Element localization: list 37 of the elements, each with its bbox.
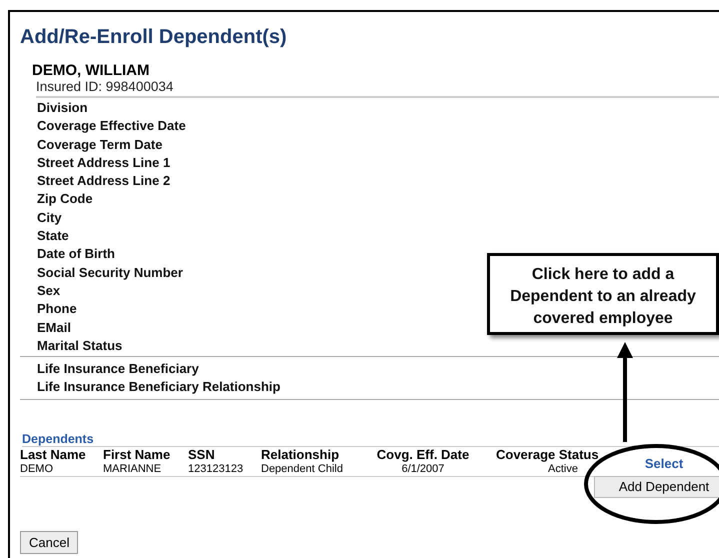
field-label: Sex [37,282,60,300]
table-cell-text: Active [547,462,578,476]
arrow-icon [617,342,633,442]
table-cell-text: Dependent Child [261,462,344,476]
field-label: Coverage Term Date [37,136,162,154]
field-label: Street Address Line 1 [37,154,170,172]
field-label: Coverage Effective Date [37,117,186,136]
field-label: EMail [37,318,71,337]
field-label: Date of Birth [37,245,115,264]
field-label: Division [37,99,88,117]
column-header: SSN [188,446,216,462]
add-dependent-button[interactable]: Add Dependent [594,476,719,498]
column-header: Covg. Eff. Date [376,446,470,462]
column-header: Coverage Status [495,446,600,462]
field-label: Zip Code [37,190,93,208]
field-label: Life Insurance Beneficiary [37,360,199,378]
field-label: Social Security Number [37,264,183,282]
column-header: Last Name [20,446,87,462]
insured-name: DEMO, WILLIAM [32,62,150,79]
callout-box: Click here to add a Dependent to an already covered employee [487,253,719,335]
cancel-button[interactable]: Cancel [20,530,78,554]
field-label: State [37,227,69,246]
table-cell-text: 6/1/2007 [400,462,446,476]
column-header: First Name [103,446,172,462]
field-label: City [37,208,62,227]
table-cell-text: DEMO [20,462,54,476]
page-title: Add/Re-Enroll Dependent(s) [20,26,288,50]
insured-id: Insured ID: 998400034 [36,79,719,98]
table-cell-text: MARIANNE [103,462,162,476]
field-label: Life Insurance Beneficiary Relationship [37,378,280,396]
field-label: Street Address Line 2 [37,172,170,190]
section-title: Dependents [22,432,719,447]
table-cell-text: 123123123 [188,462,244,476]
column-header: Select [644,456,684,471]
field-label: Marital Status [37,336,122,355]
column-header: Relationship [261,446,340,462]
field-label: Phone [37,300,77,318]
